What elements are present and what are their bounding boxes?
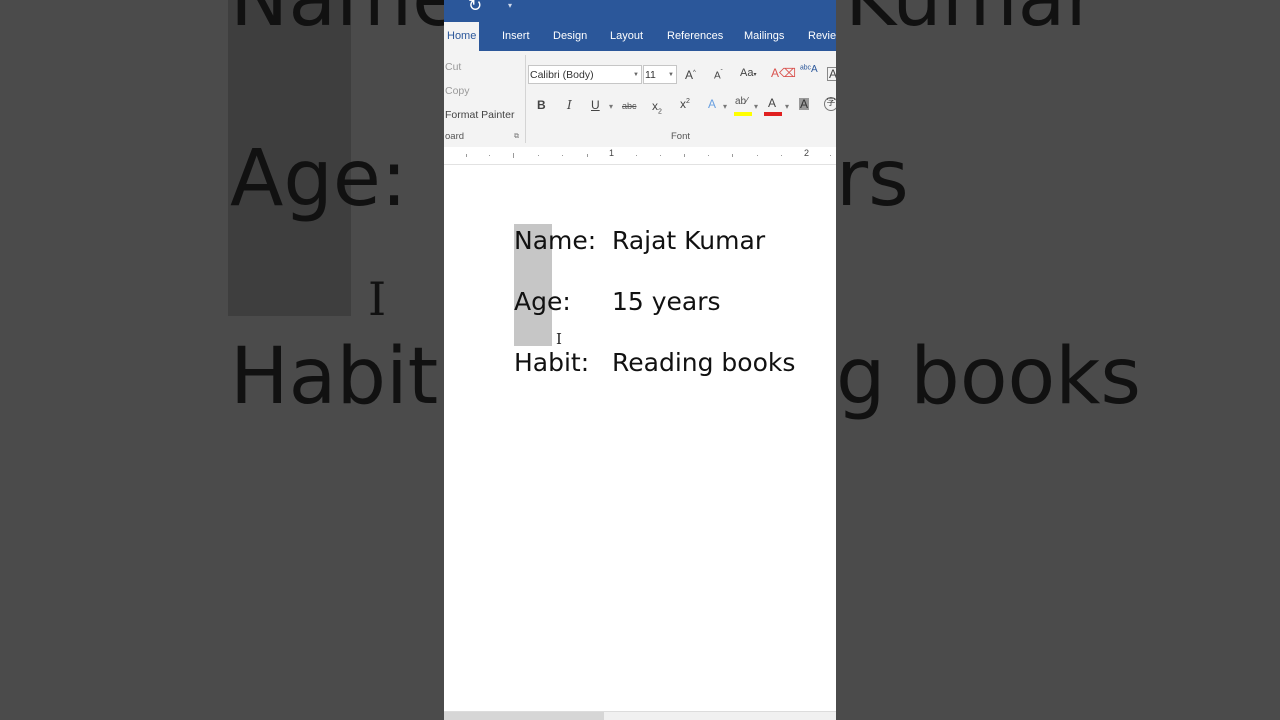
clear-formatting-icon[interactable]: A⌫ <box>771 67 796 79</box>
ruler-tick <box>781 155 782 156</box>
horizontal-scrollbar[interactable] <box>444 711 836 720</box>
underline-dropdown-icon[interactable]: ▾ <box>609 103 613 111</box>
character-shading-icon[interactable]: A <box>799 98 810 110</box>
chevron-down-icon: ▼ <box>633 72 639 78</box>
ruler-tick <box>732 154 733 157</box>
highlight-icon[interactable]: ab⁄ <box>735 97 748 107</box>
character-border-icon[interactable]: A <box>827 67 836 81</box>
shrink-font-icon[interactable]: Aˇ <box>714 70 723 81</box>
text-effects-icon[interactable]: A <box>708 98 716 110</box>
underline-icon[interactable]: U <box>591 99 600 111</box>
ruler-tick <box>489 155 490 156</box>
zoomed-habit-label: Habit <box>230 332 439 422</box>
font-size-select[interactable]: 11 ▼ <box>643 65 677 84</box>
scrollbar-thumb[interactable] <box>444 712 604 720</box>
ruler-tick <box>636 155 637 156</box>
font-group-label: Font <box>671 131 691 142</box>
italic-icon[interactable]: I <box>567 99 572 111</box>
text-effects-dropdown-icon[interactable]: ▾ <box>723 103 727 111</box>
copy-button[interactable]: Copy <box>445 85 470 97</box>
habit-value: Reading books <box>612 348 796 377</box>
habit-label: Habit: <box>514 348 590 377</box>
subscript-icon[interactable]: x2 <box>652 100 662 116</box>
font-color-dropdown-icon[interactable]: ▾ <box>785 103 789 111</box>
ruler-mark-2: 2 <box>804 148 810 158</box>
age-label: Age: <box>514 287 571 316</box>
ruler-tick <box>538 155 539 156</box>
ruler-tick <box>513 153 514 158</box>
tab-insert[interactable]: Insert <box>502 22 530 51</box>
font-color-swatch <box>764 112 782 116</box>
tab-mailings[interactable]: Mailings <box>744 22 784 51</box>
ribbon: Cut Copy Format Painter oard ⧉ Calibri (… <box>444 51 836 148</box>
ruler-tick <box>757 155 758 156</box>
tab-references[interactable]: References <box>667 22 723 51</box>
clipboard-group-label: oard <box>445 131 465 142</box>
superscript-icon[interactable]: x2 <box>680 98 690 110</box>
zoomed-age-value: rs <box>836 134 909 224</box>
ribbon-tabs: Home Insert Design Layout References Mai… <box>444 22 836 51</box>
ruler-tick <box>684 154 685 157</box>
zoomed-name-value: Kumar <box>845 0 1098 38</box>
tab-review[interactable]: Review <box>808 22 836 51</box>
ruler-tick <box>660 155 661 156</box>
format-painter-button[interactable]: Format Painter <box>445 109 514 121</box>
font-family-select[interactable]: Calibri (Body) ▼ <box>528 65 642 84</box>
cut-button[interactable]: Cut <box>445 61 461 73</box>
highlight-dropdown-icon[interactable]: ▾ <box>754 103 758 111</box>
strikethrough-icon[interactable]: abc <box>622 102 637 111</box>
ruler-tick <box>466 154 467 157</box>
zoomed-habit-value: g books <box>836 332 1142 422</box>
font-color-icon[interactable]: A <box>768 97 776 109</box>
grow-font-icon[interactable]: A^ <box>685 69 696 81</box>
chevron-down-icon: ▼ <box>668 72 674 78</box>
zoomed-age-label: Age: <box>230 134 408 224</box>
ruler: 1 2 <box>444 147 836 165</box>
ruler-tick <box>587 154 588 157</box>
title-bar: ↻ ▾ <box>444 0 836 22</box>
text-effects-abc-icon[interactable]: ᵃᵇᶜA <box>800 65 818 75</box>
tab-design[interactable]: Design <box>553 22 587 51</box>
age-value: 15 years <box>612 287 721 316</box>
tab-home[interactable]: Home <box>444 22 480 51</box>
zoomed-ibeam-icon: I <box>368 272 387 326</box>
qat-customize-icon[interactable]: ▾ <box>508 1 512 10</box>
ruler-mark-1: 1 <box>609 148 615 158</box>
ruler-tick <box>708 155 709 156</box>
name-label: Name: <box>514 226 597 255</box>
ruler-tick <box>562 155 563 156</box>
redo-icon[interactable]: ↻ <box>468 0 482 16</box>
bold-icon[interactable]: B <box>537 99 546 111</box>
highlight-color-swatch <box>734 112 752 116</box>
group-separator <box>525 55 526 143</box>
document-page[interactable]: Name: Rajat Kumar Age: 15 years I Habit:… <box>444 165 836 720</box>
word-window: ↻ ▾ Home Insert Design Layout References… <box>444 0 836 720</box>
ibeam-cursor-icon: I <box>556 330 562 348</box>
clipboard-dialog-launcher-icon[interactable]: ⧉ <box>514 133 519 141</box>
name-value: Rajat Kumar <box>612 226 766 255</box>
ruler-tick <box>830 155 831 156</box>
font-size-value: 11 <box>645 69 656 81</box>
enclose-characters-icon[interactable]: 字 <box>824 97 836 111</box>
change-case-icon[interactable]: Aa▾ <box>740 68 756 79</box>
font-family-value: Calibri (Body) <box>530 69 594 81</box>
tab-layout[interactable]: Layout <box>610 22 643 51</box>
